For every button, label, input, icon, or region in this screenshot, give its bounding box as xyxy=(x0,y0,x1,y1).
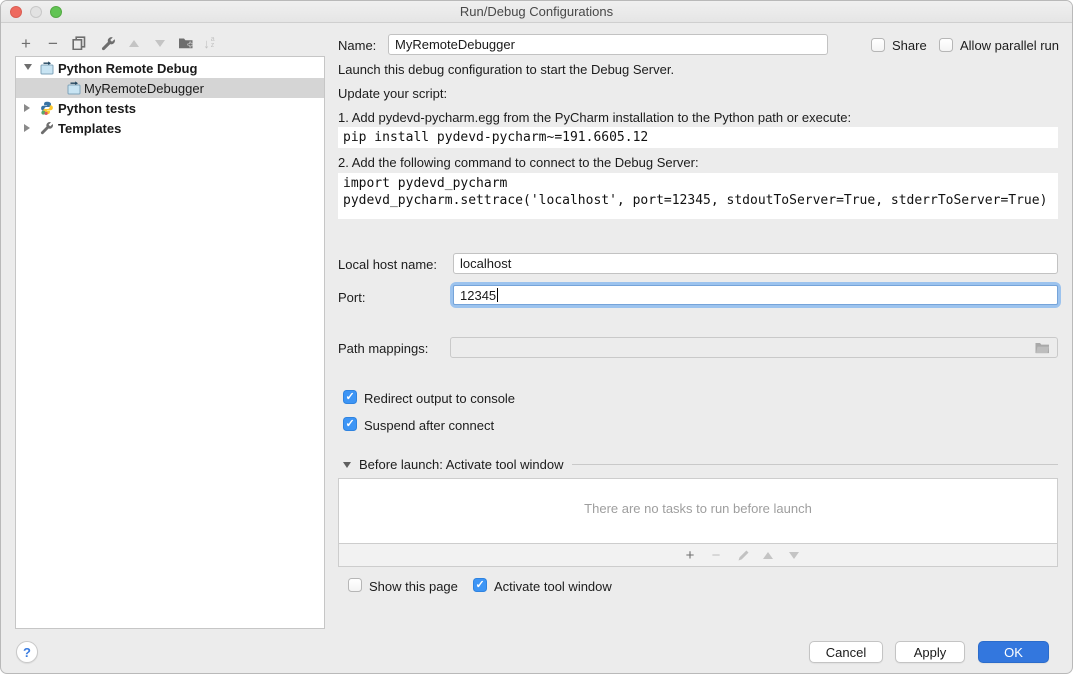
dialog-footer: ? Cancel Apply OK xyxy=(1,1,1072,673)
cancel-button[interactable]: Cancel xyxy=(809,641,883,663)
run-debug-configurations-dialog: Run/Debug Configurations + − xyxy=(0,0,1073,674)
apply-button[interactable]: Apply xyxy=(895,641,965,663)
help-button[interactable]: ? xyxy=(16,641,38,663)
ok-button[interactable]: OK xyxy=(978,641,1049,663)
question-mark-icon: ? xyxy=(23,645,31,660)
